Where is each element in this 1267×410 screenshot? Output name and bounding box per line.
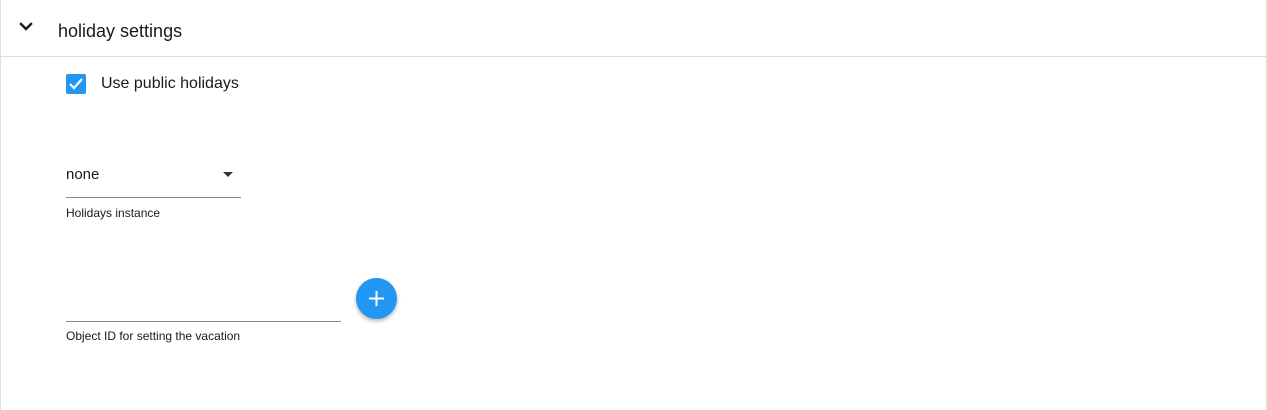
chevron-down-icon[interactable] [18, 20, 34, 32]
holidays-instance-helper: Holidays instance [66, 206, 161, 220]
object-id-helper: Object ID for setting the vacation [66, 329, 241, 343]
section-title: holiday settings [58, 21, 183, 41]
public-holidays-label: Use public holidays [101, 75, 239, 92]
object-id-input[interactable] [66, 290, 341, 322]
public-holidays-checkbox[interactable] [66, 74, 86, 94]
public-holidays-option[interactable]: Use public holidays [66, 73, 239, 95]
holidays-instance-value: none [66, 166, 100, 183]
holidays-instance-select[interactable]: none [66, 163, 241, 198]
holiday-settings-panel: holiday settings Use public holidays non… [0, 0, 1267, 410]
plus-icon [369, 291, 384, 306]
dropdown-arrow-icon [223, 172, 233, 177]
section-header[interactable]: holiday settings [1, 0, 1267, 57]
checkmark-icon [69, 78, 83, 90]
add-button[interactable] [356, 278, 397, 319]
